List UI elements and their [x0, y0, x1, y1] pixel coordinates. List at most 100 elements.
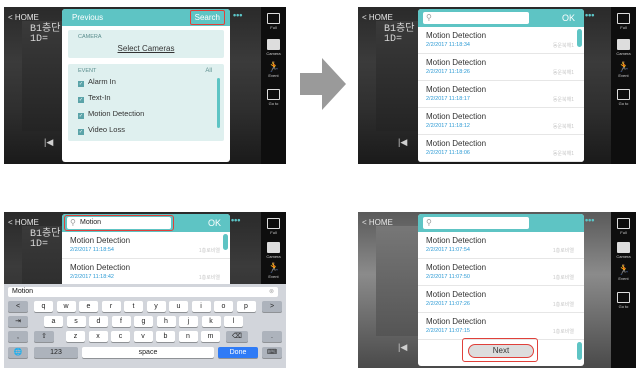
key-n[interactable]: n: [178, 331, 198, 342]
key-a[interactable]: a: [44, 316, 63, 327]
keyboard-input-field[interactable]: Motion ⊗: [8, 287, 278, 297]
search-button[interactable]: Search: [189, 10, 225, 25]
key-x[interactable]: x: [88, 331, 108, 342]
key-e[interactable]: e: [79, 301, 98, 312]
key-comma[interactable]: ,: [8, 331, 28, 342]
clear-icon[interactable]: ⊗: [269, 287, 274, 297]
goto-button[interactable]: Go to: [611, 89, 636, 106]
key-i[interactable]: i: [191, 301, 211, 312]
list-item[interactable]: Motion Detection 2/2/2017 11:18:17 동운북해1: [418, 81, 584, 108]
event-checkbox-alarm-in[interactable]: ✓ Alarm In: [68, 74, 224, 90]
right-sidebar: Full Camera 🏃 Event Go to: [611, 212, 636, 368]
key-r[interactable]: r: [101, 301, 121, 312]
search-input[interactable]: ⚲: [423, 217, 529, 229]
key-p[interactable]: p: [236, 301, 256, 312]
camera-button[interactable]: Camera: [261, 242, 286, 259]
key-y[interactable]: y: [146, 301, 166, 312]
event-button[interactable]: 🏃 Event: [611, 266, 636, 282]
prev-frame-button[interactable]: |◀: [398, 137, 407, 148]
key-l[interactable]: l: [224, 316, 243, 327]
list-item[interactable]: Motion Detection 2/2/2017 11:18:42 1층로비엘: [62, 259, 230, 284]
event-list-scrollbar[interactable]: [217, 78, 220, 128]
results-scrollbar[interactable]: [577, 342, 582, 360]
running-person-icon: 🏃: [617, 62, 630, 73]
more-options-icon[interactable]: •••: [585, 215, 594, 225]
camera-button[interactable]: Camera: [611, 39, 636, 56]
ok-button[interactable]: OK: [562, 13, 575, 23]
list-item[interactable]: Motion Detection 2/2/2017 11:07:15 1층로비엘: [418, 313, 584, 340]
key-f[interactable]: f: [111, 316, 131, 327]
results-scrollbar[interactable]: [577, 29, 582, 47]
full-button[interactable]: Full: [611, 13, 636, 30]
calendar-icon: [617, 292, 630, 303]
more-options-icon[interactable]: •••: [585, 10, 594, 20]
list-item[interactable]: Motion Detection 2/2/2017 11:18:54 1층로비엘: [62, 232, 230, 259]
key-g[interactable]: g: [134, 316, 153, 327]
modal-header: Previous Search: [62, 9, 230, 26]
home-link[interactable]: < HOME: [8, 218, 39, 227]
search-input[interactable]: ⚲: [423, 12, 529, 24]
home-link[interactable]: < HOME: [362, 218, 393, 227]
home-link[interactable]: < HOME: [8, 13, 39, 22]
list-item[interactable]: Motion Detection 2/2/2017 11:18:06 동운북해1: [418, 135, 584, 162]
home-link[interactable]: < HOME: [362, 13, 393, 22]
key-v[interactable]: v: [133, 331, 153, 342]
key-period[interactable]: .: [262, 331, 282, 342]
camera-stamp: B1층단 1D=: [30, 229, 61, 250]
event-checkbox-video-loss[interactable]: ✓ Video Loss: [68, 122, 224, 138]
key-done[interactable]: Done: [218, 347, 258, 358]
key-m[interactable]: m: [201, 331, 220, 342]
goto-button[interactable]: Go to: [261, 89, 286, 106]
key-z[interactable]: z: [66, 331, 85, 342]
key-j[interactable]: j: [179, 316, 198, 327]
more-options-icon[interactable]: •••: [231, 215, 240, 225]
event-button[interactable]: 🏃 Event: [261, 264, 286, 280]
list-item[interactable]: Motion Detection 2/2/2017 11:07:54 1층로비엘: [418, 232, 584, 259]
more-options-icon[interactable]: •••: [233, 10, 242, 20]
key-h[interactable]: h: [156, 316, 176, 327]
key-space[interactable]: space: [82, 347, 214, 358]
event-checkbox-motion-detection[interactable]: ✓ Motion Detection: [68, 106, 224, 122]
key-hide-keyboard[interactable]: ⌨: [262, 347, 282, 358]
key-q[interactable]: q: [34, 301, 53, 312]
event-section: EVENT All ✓ Alarm In ✓ Text-In ✓ Motion Det…: [68, 64, 224, 141]
select-cameras-link[interactable]: Select Cameras: [68, 40, 224, 58]
event-checkbox-text-in[interactable]: ✓ Text-In: [68, 90, 224, 106]
event-button[interactable]: 🏃 Event: [611, 62, 636, 79]
key-left[interactable]: <: [8, 301, 28, 312]
checkbox-checked-icon: ✓: [78, 97, 84, 103]
list-item[interactable]: Motion Detection 2/2/2017 11:18:26 동운북해1: [418, 54, 584, 81]
camera-section-title: CAMERA: [78, 34, 102, 40]
key-globe[interactable]: 🌐: [8, 347, 28, 358]
key-backspace[interactable]: ⌫: [226, 331, 248, 342]
full-button[interactable]: Full: [611, 218, 636, 235]
key-o[interactable]: o: [214, 301, 233, 312]
previous-button[interactable]: Previous: [72, 13, 103, 22]
list-item[interactable]: Motion Detection 2/2/2017 11:18:12 동운북해1: [418, 108, 584, 135]
ok-button[interactable]: OK: [208, 218, 221, 228]
prev-frame-button[interactable]: |◀: [398, 342, 407, 353]
full-button[interactable]: Full: [261, 218, 286, 235]
goto-button[interactable]: Go to: [611, 292, 636, 309]
camera-button[interactable]: Camera: [261, 39, 286, 56]
camera-button[interactable]: Camera: [611, 242, 636, 259]
results-scrollbar[interactable]: [223, 234, 228, 250]
event-button[interactable]: 🏃 Event: [261, 63, 286, 79]
key-w[interactable]: w: [56, 301, 76, 312]
list-item[interactable]: Motion Detection 2/2/2017 11:18:34 동운북해1: [418, 27, 584, 54]
full-button[interactable]: Full: [261, 13, 286, 30]
key-d[interactable]: d: [89, 316, 108, 327]
key-right[interactable]: >: [262, 301, 282, 312]
list-item[interactable]: Motion Detection 2/2/2017 11:07:26 1층로비엘: [418, 286, 584, 313]
key-shift[interactable]: ⇧: [34, 331, 54, 342]
key-b[interactable]: b: [156, 331, 175, 342]
key-t[interactable]: t: [124, 301, 143, 312]
key-123[interactable]: 123: [34, 347, 78, 358]
key-tab[interactable]: ⇥: [8, 316, 28, 327]
list-item[interactable]: Motion Detection 2/2/2017 11:07:50 1층로비엘: [418, 259, 584, 286]
key-c[interactable]: c: [111, 331, 130, 342]
key-s[interactable]: s: [66, 316, 86, 327]
prev-frame-button[interactable]: |◀: [44, 137, 53, 148]
key-u[interactable]: u: [169, 301, 188, 312]
key-k[interactable]: k: [201, 316, 221, 327]
